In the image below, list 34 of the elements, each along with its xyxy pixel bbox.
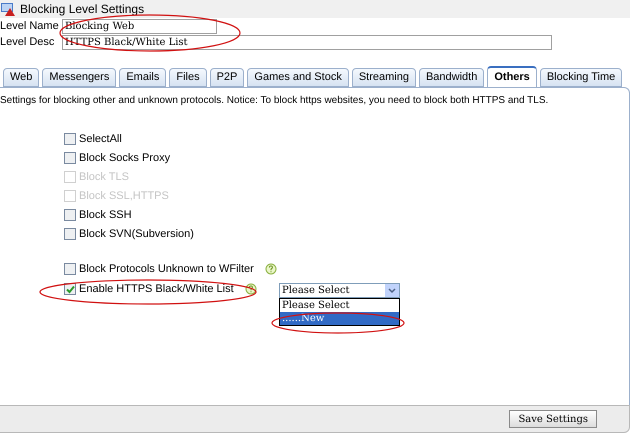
dropdown-option[interactable]: ......New bbox=[280, 312, 399, 325]
field-label: Level Desc bbox=[0, 36, 56, 48]
tab[interactable]: Web bbox=[3, 68, 40, 87]
checkbox-label: Block TLS bbox=[79, 172, 129, 182]
help-icon[interactable] bbox=[264, 263, 277, 275]
window-icon bbox=[0, 1, 16, 17]
tab[interactable]: Games and Stock bbox=[247, 68, 349, 87]
list-select[interactable]: Please Select bbox=[279, 283, 400, 298]
tab[interactable]: Streaming bbox=[352, 68, 416, 87]
tab[interactable]: Bandwidth bbox=[418, 68, 484, 87]
text-input[interactable]: Blocking Web bbox=[62, 18, 217, 34]
tab[interactable]: P2P bbox=[210, 68, 244, 87]
save-settings-button[interactable]: Save Settings bbox=[509, 410, 597, 428]
checkbox-label: SelectAll bbox=[79, 134, 122, 144]
checkbox[interactable] bbox=[64, 283, 76, 295]
checkbox-label: Block Socks Proxy bbox=[79, 152, 170, 164]
checkbox-label: Block SSH bbox=[79, 210, 132, 220]
checkbox-label: Block SVN(Subversion) bbox=[79, 228, 194, 240]
window-title: Blocking Level Settings bbox=[20, 1, 144, 18]
checkbox-label: Block SSL,HTTPS bbox=[79, 190, 169, 202]
tab[interactable]: Others bbox=[487, 66, 537, 87]
tab[interactable]: Files bbox=[169, 68, 207, 87]
tab[interactable]: Messengers bbox=[42, 68, 116, 87]
checkbox-label: Enable HTTPS Black/White List bbox=[79, 284, 234, 294]
checkbox-label: Block Protocols Unknown to WFilter bbox=[79, 264, 254, 274]
tab[interactable]: Blocking Time bbox=[540, 68, 622, 87]
field-label: Level Name bbox=[0, 20, 60, 32]
checkbox[interactable] bbox=[64, 133, 76, 145]
notice-text: Settings for blocking other and unknown protocols. Notice: To block https websites, you need to block both HTTPS and TLS. bbox=[0, 94, 550, 108]
tab[interactable]: Emails bbox=[119, 68, 166, 87]
checkbox[interactable] bbox=[64, 209, 76, 221]
checkbox[interactable] bbox=[64, 228, 76, 240]
checkbox[interactable] bbox=[64, 263, 76, 275]
checkbox[interactable] bbox=[64, 152, 76, 164]
